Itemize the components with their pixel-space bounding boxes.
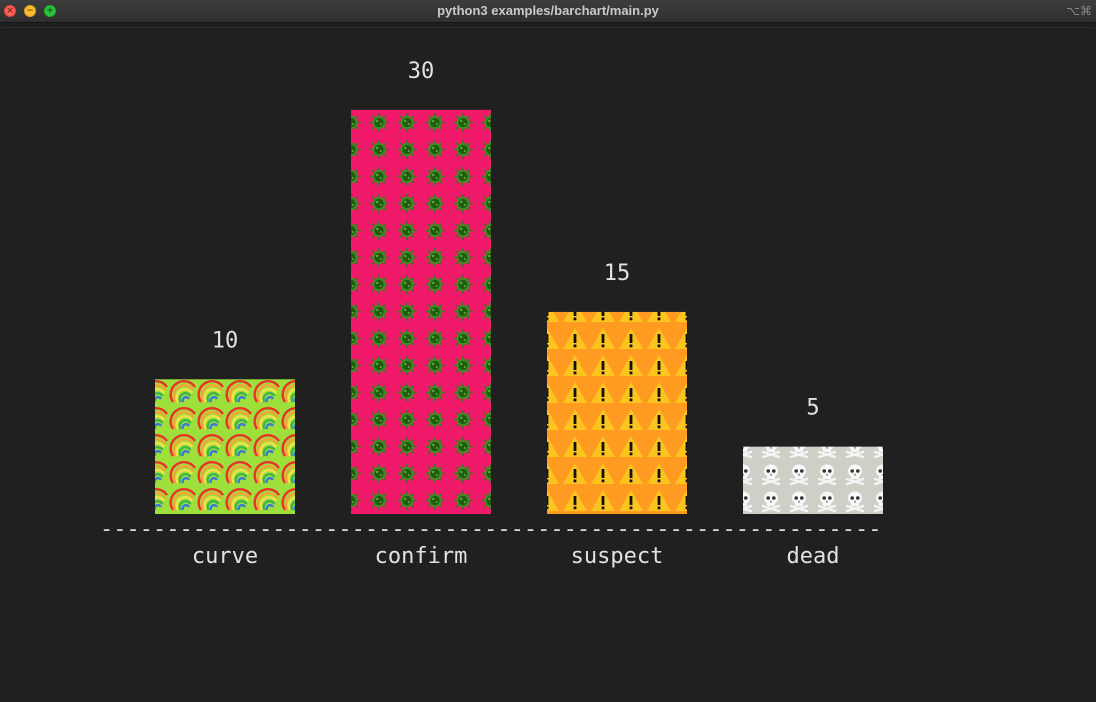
value-label-suspect: 15 (604, 261, 631, 286)
bar-suspect (547, 311, 687, 514)
shortcut-hint: ⌥⌘ (1066, 4, 1092, 18)
category-label-confirm: confirm (375, 544, 468, 569)
window-title: python3 examples/barchart/main.py (437, 3, 659, 18)
chart-baseline: ----------------------------------------… (100, 517, 881, 542)
bar-confirm (351, 109, 491, 515)
category-label-dead: dead (787, 544, 840, 569)
category-label-curve: curve (192, 544, 258, 569)
bar-dead (743, 446, 883, 514)
bar-curve (155, 379, 295, 514)
terminal-window: × − + python3 examples/barchart/main.py … (0, 0, 1096, 702)
value-label-confirm: 30 (408, 59, 435, 84)
value-label-dead: 5 (806, 396, 819, 421)
bars-layer (155, 109, 883, 515)
value-label-curve: 10 (212, 328, 239, 353)
title-bar: × − + python3 examples/barchart/main.py … (0, 0, 1096, 23)
category-label-suspect: suspect (571, 544, 664, 569)
terminal-content: 10 curve 30 confirm 15 suspect 5 dead ---------… (1, 27, 1094, 702)
bar-chart: 10 curve 30 confirm 15 suspect 5 dead ---------… (100, 59, 883, 569)
